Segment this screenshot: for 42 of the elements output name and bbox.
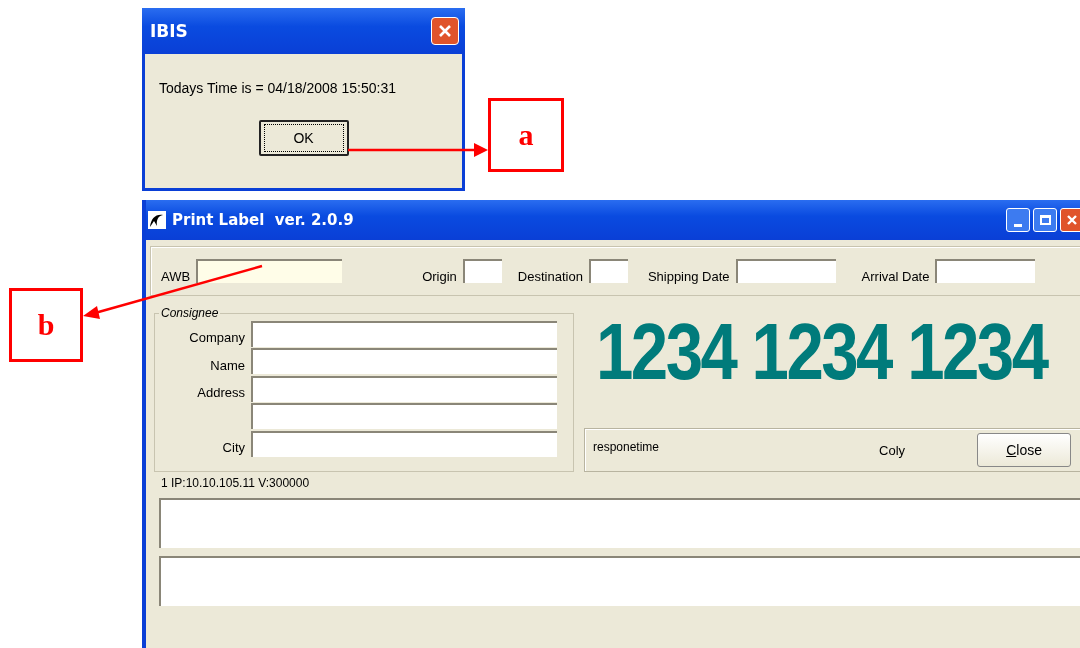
input-field[interactable]: [251, 348, 557, 375]
field-label: Origin: [422, 268, 457, 284]
maximize-button[interactable]: [1033, 208, 1057, 232]
ok-button[interactable]: OK: [258, 120, 349, 156]
input-field[interactable]: [462, 259, 502, 283]
window-title: Print Label ver. 2.0.9: [172, 211, 354, 229]
field-label: Destination: [517, 268, 583, 284]
close-button[interactable]: [431, 17, 459, 45]
input-field[interactable]: [588, 259, 628, 283]
maximize-icon: [1039, 215, 1051, 225]
dialog-title: IBIS: [150, 21, 188, 41]
number-display: 1234 1234 1234: [596, 312, 1049, 392]
field-label: Name: [210, 357, 245, 373]
close-icon: [1065, 213, 1079, 227]
close-icon: [437, 23, 453, 39]
field-label: AWB: [161, 268, 191, 284]
input-field[interactable]: [935, 259, 1036, 283]
annotation-label: b: [9, 288, 83, 362]
field-label: Arrival Date: [861, 268, 930, 284]
group-legend: Consignee: [159, 306, 221, 320]
minimize-button[interactable]: [1006, 208, 1030, 232]
minimize-icon: [1014, 223, 1022, 227]
close-button[interactable]: Close: [977, 433, 1072, 467]
field-label: City: [222, 440, 245, 456]
annotation-label: a: [488, 98, 564, 172]
input-field[interactable]: [196, 259, 343, 283]
text-area[interactable]: [159, 498, 1080, 548]
dialog-message: Todays Time is = 04/18/2008 15:50:31: [159, 80, 396, 96]
input-field[interactable]: [251, 375, 557, 402]
input-field[interactable]: [251, 403, 557, 430]
response-value: Coly: [879, 442, 906, 458]
close-button[interactable]: [1060, 208, 1080, 232]
response-label: responetime: [593, 440, 660, 454]
input-field[interactable]: [735, 259, 836, 283]
text-area[interactable]: [159, 556, 1080, 606]
app-icon: [148, 211, 166, 229]
input-field[interactable]: [251, 430, 557, 457]
input-field[interactable]: [251, 320, 557, 347]
field-label: Shipping Date: [647, 268, 730, 284]
status-text: 1 IP:10.10.105.11 V:300000: [161, 476, 311, 490]
field-label: Address: [197, 385, 245, 401]
field-label: Company: [189, 330, 245, 346]
